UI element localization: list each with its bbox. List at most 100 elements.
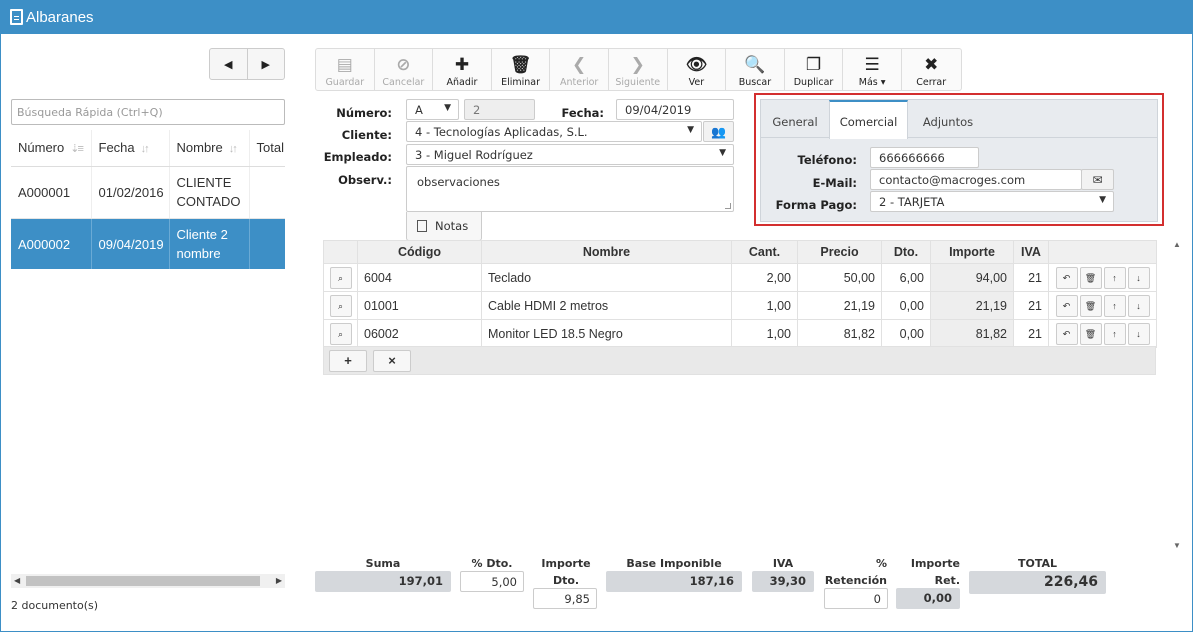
list-row-selected[interactable]: A000002 09/04/2019 Cliente 2 nombre 226 bbox=[11, 218, 285, 269]
document-list: Número ⇣≡ Fecha ↓↑ Nombre ↓↑ Total A000001 … bbox=[11, 130, 285, 269]
tab-comercial[interactable]: Comercial bbox=[829, 100, 908, 139]
next-record-button[interactable]: ▶ bbox=[246, 49, 285, 79]
lines-vertical-scrollbar[interactable]: ▲ ▼ bbox=[1170, 240, 1184, 550]
cell-dto[interactable]: 6,00 bbox=[881, 263, 931, 292]
pct-dto-input[interactable]: 5,00 bbox=[460, 571, 524, 592]
list-horizontal-scrollbar[interactable]: ◀ ▶ bbox=[11, 574, 285, 588]
lookup-icon[interactable]: ⌕ bbox=[329, 322, 352, 345]
cell-nombre[interactable]: Monitor LED 18.5 Negro bbox=[481, 319, 732, 348]
trash-icon[interactable]: 🗑 bbox=[1079, 266, 1102, 289]
toolbar-button-close[interactable]: ✖ Cerrar bbox=[902, 49, 961, 90]
toolbar-button-plus[interactable]: ✚ Añadir bbox=[433, 49, 492, 90]
numero-field[interactable]: 2 bbox=[464, 99, 535, 120]
cell-precio[interactable]: 50,00 bbox=[797, 263, 882, 292]
col-header-total[interactable]: Total bbox=[249, 130, 285, 167]
col-header-nombre: Nombre bbox=[481, 240, 732, 264]
cell-dto[interactable]: 0,00 bbox=[881, 319, 931, 348]
cell-iva[interactable]: 21 bbox=[1013, 263, 1049, 292]
cell-cant[interactable]: 1,00 bbox=[731, 291, 798, 320]
cell-iva[interactable]: 21 bbox=[1013, 291, 1049, 320]
col-header-fecha[interactable]: Fecha ↓↑ bbox=[91, 130, 170, 167]
telefono-field[interactable]: 666666666 bbox=[870, 147, 979, 168]
importe-dto-input[interactable]: 9,85 bbox=[533, 588, 597, 609]
toolbar-button-cancel[interactable]: ⊘ Cancelar bbox=[375, 49, 434, 90]
arrow-up-icon[interactable]: ↑ bbox=[1103, 322, 1126, 345]
toolbar-button-label: Guardar bbox=[325, 77, 365, 88]
scroll-up-icon[interactable]: ▲ bbox=[1173, 240, 1181, 249]
cell-precio[interactable]: 21,19 bbox=[797, 291, 882, 320]
tab-general[interactable]: General bbox=[761, 100, 829, 138]
scroll-down-icon[interactable]: ▼ bbox=[1173, 541, 1181, 550]
toolbar-button-trash[interactable]: 🗑 Eliminar bbox=[492, 49, 551, 90]
toolbar-button-search[interactable]: 🔍 Buscar bbox=[726, 49, 785, 90]
arrow-down-icon[interactable]: ↓ bbox=[1127, 266, 1150, 289]
pct-dto-label: % Dto. bbox=[471, 557, 513, 570]
undo-icon[interactable]: ↶ bbox=[1055, 322, 1078, 345]
cell-cant[interactable]: 1,00 bbox=[731, 319, 798, 348]
trash-icon[interactable]: 🗑 bbox=[1079, 322, 1102, 345]
notas-tab[interactable]: Notas bbox=[406, 212, 482, 241]
retencion-input[interactable]: 0 bbox=[824, 588, 888, 609]
empleado-select[interactable]: 3 - Miguel Rodríguez ▼ bbox=[406, 144, 734, 165]
line-row: ⌕ 01001 Cable HDMI 2 metros 1,00 21,19 0,00 21… bbox=[323, 291, 1157, 320]
quick-search-input[interactable]: Búsqueda Rápida (Ctrl+Q) bbox=[11, 99, 285, 125]
remove-line-button[interactable]: × bbox=[373, 350, 411, 372]
sort-asc-icon: ⇣≡ bbox=[70, 143, 84, 156]
cell-codigo[interactable]: 06002 bbox=[357, 319, 482, 348]
send-email-button[interactable]: ✉ bbox=[1081, 169, 1114, 190]
lookup-icon[interactable]: ⌕ bbox=[329, 294, 352, 317]
cell-precio[interactable]: 81,82 bbox=[797, 319, 882, 348]
arrow-down-icon[interactable]: ↓ bbox=[1127, 294, 1150, 317]
trash-icon[interactable]: 🗑 bbox=[1079, 294, 1102, 317]
scroll-left-icon[interactable]: ◀ bbox=[14, 576, 20, 585]
cell-codigo[interactable]: 6004 bbox=[357, 263, 482, 292]
toolbar-button-label: Más ▾ bbox=[858, 77, 886, 88]
clients-button[interactable]: 👥 bbox=[703, 121, 734, 142]
observaciones-textarea[interactable]: observaciones bbox=[406, 166, 734, 212]
email-label: E-Mail: bbox=[812, 176, 857, 190]
col-header-lookup bbox=[323, 240, 358, 264]
undo-icon[interactable]: ↶ bbox=[1055, 266, 1078, 289]
toolbar-button-chevron-right[interactable]: ❯ Siguiente bbox=[609, 49, 668, 90]
toolbar-button-eye[interactable]: 👁 Ver bbox=[668, 49, 727, 90]
save-icon: ▤ bbox=[336, 55, 353, 74]
add-line-button[interactable]: + bbox=[329, 350, 367, 372]
resize-grip-icon[interactable] bbox=[725, 203, 731, 209]
col-header-nombre[interactable]: Nombre ↓↑ bbox=[169, 130, 250, 167]
col-header-numero[interactable]: Número ⇣≡ bbox=[11, 130, 92, 167]
forma-pago-select[interactable]: 2 - TARJETA ▼ bbox=[870, 191, 1114, 212]
email-field[interactable]: contacto@macroges.com bbox=[870, 169, 1082, 190]
cell-nombre[interactable]: Teclado bbox=[481, 263, 732, 292]
cell-cant[interactable]: 2,00 bbox=[731, 263, 798, 292]
scroll-thumb[interactable] bbox=[26, 576, 260, 586]
retencion-label: % Retención bbox=[824, 557, 887, 587]
fecha-field[interactable]: 09/04/2019 bbox=[616, 99, 734, 120]
document-count: 2 documento(s) bbox=[11, 599, 99, 612]
cell-iva[interactable]: 21 bbox=[1013, 319, 1049, 348]
toolbar-button-copy[interactable]: ❐ Duplicar bbox=[785, 49, 844, 90]
scroll-right-icon[interactable]: ▶ bbox=[276, 576, 282, 585]
toolbar-button-menu[interactable]: ☰ Más ▾ bbox=[843, 49, 902, 90]
lookup-cell: ⌕ bbox=[323, 319, 358, 348]
arrow-up-icon[interactable]: ↑ bbox=[1103, 266, 1126, 289]
forma-pago-label: Forma Pago: bbox=[775, 198, 857, 212]
record-nav: ◀ ▶ bbox=[209, 48, 285, 80]
cell-nombre[interactable]: Cable HDMI 2 metros bbox=[481, 291, 732, 320]
toolbar-button-save[interactable]: ▤ Guardar bbox=[316, 49, 375, 90]
arrow-up-icon[interactable]: ↑ bbox=[1103, 294, 1126, 317]
undo-icon[interactable]: ↶ bbox=[1055, 294, 1078, 317]
toolbar-button-label: Anterior bbox=[559, 77, 599, 88]
list-row[interactable]: A000001 01/02/2016 CLIENTE CONTADO 0 bbox=[11, 166, 285, 219]
toolbar-button-chevron-left[interactable]: ❮ Anterior bbox=[550, 49, 609, 90]
plus-icon: ✚ bbox=[454, 55, 470, 74]
serie-select[interactable]: A ▼ bbox=[406, 99, 459, 120]
arrow-down-icon[interactable]: ↓ bbox=[1127, 322, 1150, 345]
lookup-icon[interactable]: ⌕ bbox=[329, 266, 352, 289]
prev-record-button[interactable]: ◀ bbox=[210, 49, 247, 79]
close-icon: ✖ bbox=[924, 55, 939, 74]
cliente-select[interactable]: 4 - Tecnologías Aplicadas, S.L. ▼ bbox=[406, 121, 702, 142]
tab-adjuntos[interactable]: Adjuntos bbox=[908, 100, 988, 138]
cell-codigo[interactable]: 01001 bbox=[357, 291, 482, 320]
cell-dto[interactable]: 0,00 bbox=[881, 291, 931, 320]
chevron-left-icon: ❮ bbox=[572, 55, 587, 74]
